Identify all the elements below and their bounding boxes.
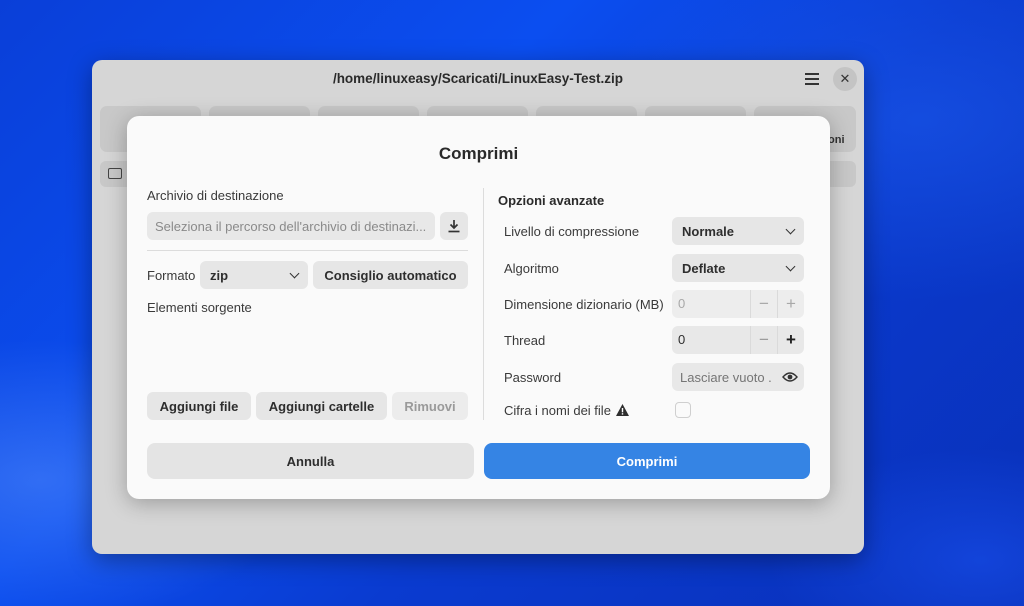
plus-icon[interactable]: + [777,290,804,318]
plus-icon[interactable]: + [777,326,804,354]
format-value: zip [210,267,229,283]
dictionary-spinner[interactable]: 0 − + [672,290,804,318]
thread-spinner[interactable]: 0 − + [672,326,804,354]
menu-icon[interactable] [800,67,824,91]
algorithm-dropdown[interactable]: Deflate [672,254,804,282]
compression-value: Normale [682,223,735,239]
folder-icon [108,168,122,179]
compress-dialog: Comprimi Archivio di destinazione Format… [127,116,830,499]
column-separator [483,188,484,420]
compress-button[interactable]: Comprimi [484,443,810,479]
toolbar-partial-label: oni [828,134,845,146]
dictionary-label: Dimensione dizionario (MB) [504,297,664,312]
chevron-down-icon [785,224,796,234]
encrypt-names-label: Cifra i nomi dei file [504,403,611,418]
warning-icon [616,404,629,416]
chevron-down-icon [785,261,796,271]
minus-icon[interactable]: − [750,326,777,354]
minus-icon[interactable]: − [750,290,777,318]
eye-icon[interactable] [782,371,798,383]
algorithm-label: Algoritmo [504,261,559,276]
chevron-down-icon [289,268,300,278]
format-dropdown[interactable]: zip [200,261,308,289]
window-title: /home/linuxeasy/Scaricati/LinuxEasy-Test… [332,71,624,86]
separator [147,250,468,251]
cancel-button[interactable]: Annulla [147,443,474,479]
algorithm-value: Deflate [682,260,726,276]
add-files-button[interactable]: Aggiungi file [147,392,251,420]
destination-input[interactable] [147,212,435,240]
compression-dropdown[interactable]: Normale [672,217,804,245]
header-bar: /home/linuxeasy/Scaricati/LinuxEasy-Test… [92,60,864,98]
password-input[interactable] [672,363,780,391]
dialog-title: Comprimi [438,144,519,163]
close-icon[interactable]: ✕ [833,67,857,91]
auto-suggest-button[interactable]: Consiglio automatico [313,261,468,289]
add-folders-button[interactable]: Aggiungi cartelle [256,392,387,420]
dictionary-value: 0 [678,296,686,311]
format-label: Formato [147,268,196,283]
encrypt-names-checkbox[interactable] [675,402,691,418]
sources-label: Elementi sorgente [147,300,252,315]
thread-label: Thread [504,333,546,348]
thread-value: 0 [678,332,686,347]
advanced-heading: Opzioni avanzate [498,193,605,208]
password-label: Password [504,370,562,385]
remove-button[interactable]: Rimuovi [392,392,468,420]
password-field[interactable] [672,363,804,391]
compression-label: Livello di compressione [504,224,640,239]
download-icon[interactable] [440,212,468,240]
destination-label: Archivio di destinazione [147,188,284,203]
